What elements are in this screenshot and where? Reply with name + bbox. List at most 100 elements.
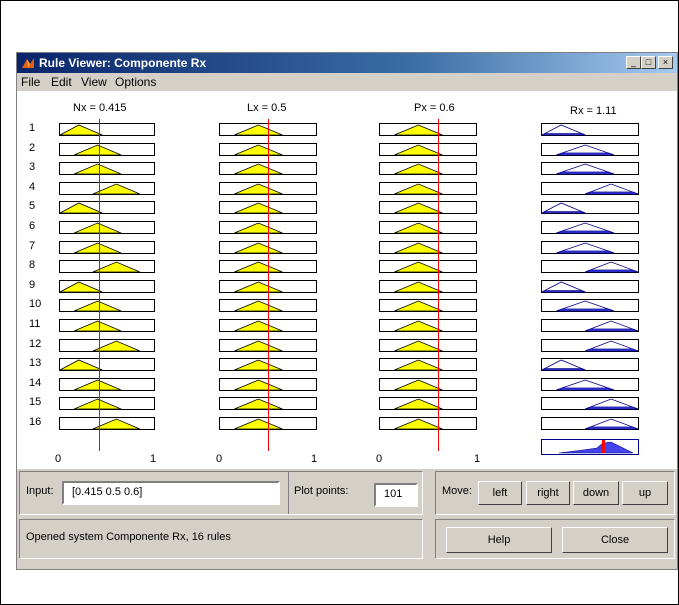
lx-axis-min: 0 [216, 453, 223, 465]
px-axis-min: 0 [376, 453, 383, 465]
rule-7-output-mf [541, 240, 639, 254]
rule-1-output-mf [541, 123, 639, 136]
rule-number-15: 15 [29, 396, 42, 409]
rule-9-output-mf [541, 279, 639, 293]
move-label: Move: [442, 485, 472, 497]
move-right-button[interactable]: right [526, 481, 570, 505]
nx-axis-max: 1 [150, 453, 157, 465]
header-nx: Nx = 0.415 [73, 102, 127, 114]
input-panel: Input: [0.415 0.5 0.6] Plot points: 101 [19, 471, 423, 515]
rule-2-input-3-mf [379, 142, 477, 156]
window-title: Rule Viewer: Componente Rx [39, 56, 207, 70]
aggregated-output [541, 438, 639, 455]
rule-number-6: 6 [29, 220, 36, 232]
rule-number-4: 4 [29, 180, 36, 193]
rule-11-output-mf [541, 319, 639, 332]
rule-15-input-1-mf [59, 397, 155, 411]
rule-2-input-1-mf [59, 142, 155, 156]
lx-axis-max: 1 [311, 453, 318, 465]
rule-7-input-3-mf [379, 240, 477, 254]
rule-15-output-mf [541, 397, 639, 411]
rule-viewer-window: Rule Viewer: Componente Rx _ □ × File Ed… [16, 52, 678, 570]
rule-number-14: 14 [29, 376, 42, 389]
title-bar[interactable]: Rule Viewer: Componente Rx _ □ × [17, 53, 677, 73]
rule-12-output-mf [541, 338, 639, 352]
rule-number-10: 10 [29, 298, 42, 311]
rule-13-input-3-mf [379, 358, 477, 372]
rule-14-input-1-mf [59, 377, 155, 391]
rule-10-input-1-mf [59, 299, 155, 313]
plot-points-label: Plot points: [294, 485, 349, 497]
status-panel: Opened system Componente Rx, 16 rules [19, 519, 423, 559]
close-button[interactable]: Close [562, 527, 668, 553]
panel-divider [288, 472, 289, 514]
rule-number-11: 11 [29, 318, 41, 330]
rule-13-output-mf [541, 358, 639, 372]
rule-8-output-mf [541, 260, 639, 274]
input-cursor-line-2[interactable] [268, 119, 269, 451]
rule-1-input-1-mf [59, 123, 155, 136]
rule-5-output-mf [541, 201, 639, 215]
menu-file[interactable]: File [21, 75, 40, 89]
menu-bar: File Edit View Options [17, 73, 677, 91]
matlab-icon [22, 58, 34, 68]
plot-points-field[interactable]: 101 [374, 483, 418, 507]
rule-number-1: 1 [29, 122, 36, 134]
rule-plot-area[interactable]: Nx = 0.415 Lx = 0.5 Px = 0.6 Rx = 1.11 0… [17, 91, 677, 469]
rule-11-input-3-mf [379, 319, 477, 332]
rule-12-input-3-mf [379, 338, 477, 352]
status-text: Opened system Componente Rx, 16 rules [26, 531, 231, 543]
rule-9-input-3-mf [379, 279, 477, 293]
rule-5-input-3-mf [379, 201, 477, 215]
rule-12-input-1-mf [59, 338, 155, 352]
rule-number-13: 13 [29, 357, 42, 370]
rule-14-input-3-mf [379, 377, 477, 391]
move-down-button[interactable]: down [573, 481, 619, 505]
rule-6-input-3-mf [379, 221, 477, 234]
input-cursor-line-1[interactable] [99, 119, 100, 451]
rule-5-input-1-mf [59, 201, 155, 215]
move-left-button[interactable]: left [478, 481, 522, 505]
rule-number-2: 2 [29, 141, 36, 154]
minimize-button[interactable]: _ [626, 56, 641, 69]
menu-options[interactable]: Options [115, 75, 156, 89]
rule-number-3: 3 [29, 161, 36, 174]
header-px: Px = 0.6 [414, 102, 455, 114]
rule-8-input-3-mf [379, 260, 477, 274]
move-up-button[interactable]: up [622, 481, 668, 505]
rule-number-16: 16 [29, 416, 42, 428]
rule-4-output-mf [541, 181, 639, 195]
rule-number-7: 7 [29, 239, 36, 252]
rule-3-input-1-mf [59, 162, 155, 176]
rule-8-input-1-mf [59, 260, 155, 274]
menu-edit[interactable]: Edit [51, 75, 72, 89]
header-rx: Rx = 1.11 [570, 105, 617, 117]
rule-14-output-mf [541, 377, 639, 391]
maximize-button[interactable]: □ [641, 56, 656, 69]
action-panel: Help Close [435, 519, 675, 559]
rule-10-input-3-mf [379, 299, 477, 313]
rule-4-input-3-mf [379, 181, 477, 195]
rule-10-output-mf [541, 299, 639, 313]
rule-number-9: 9 [29, 278, 36, 291]
close-window-button[interactable]: × [658, 56, 673, 69]
rule-7-input-1-mf [59, 240, 155, 254]
rule-16-input-1-mf [59, 417, 155, 430]
rule-13-input-1-mf [59, 358, 155, 372]
rule-1-input-3-mf [379, 123, 477, 136]
menu-view[interactable]: View [81, 75, 107, 89]
rule-6-output-mf [541, 221, 639, 234]
help-button[interactable]: Help [446, 527, 552, 553]
input-label: Input: [26, 485, 54, 497]
rule-11-input-1-mf [59, 319, 155, 332]
input-cursor-line-3[interactable] [437, 119, 439, 451]
rule-number-5: 5 [29, 200, 36, 213]
px-axis-max: 1 [474, 453, 481, 465]
input-field[interactable]: [0.415 0.5 0.6] [62, 481, 280, 505]
rule-3-output-mf [541, 162, 639, 176]
rule-15-input-3-mf [379, 397, 477, 411]
rule-4-input-1-mf [59, 181, 155, 195]
rule-16-input-3-mf [379, 417, 477, 430]
rule-16-output-mf [541, 417, 639, 430]
rule-2-output-mf [541, 142, 639, 156]
